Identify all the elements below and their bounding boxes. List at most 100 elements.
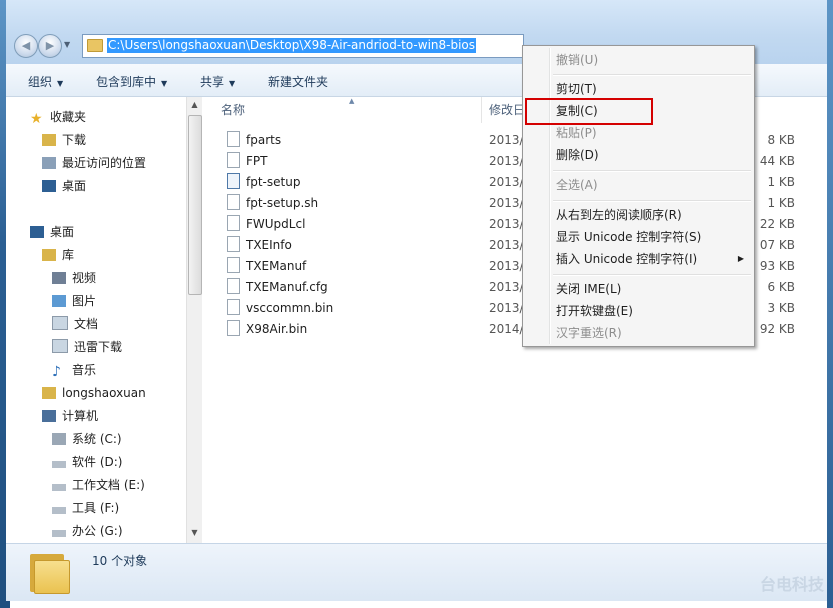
- document-icon: [52, 316, 68, 330]
- menu-gutter: [549, 48, 551, 344]
- nav-item-videos[interactable]: 视频: [52, 269, 96, 287]
- navigation-pane: ★ 收藏夹 下载 最近访问的位置 桌面 桌面 库 视频 图片 文档 迅雷下载 ♪ 音…: [6, 97, 202, 543]
- sort-ascending-icon: ▲: [349, 97, 355, 105]
- nav-libraries[interactable]: 库: [42, 246, 74, 264]
- forward-button[interactable]: ▶: [38, 34, 62, 58]
- file-row[interactable]: TXEManuf: [227, 256, 306, 276]
- nav-drive-d[interactable]: 软件 (D:): [52, 453, 122, 471]
- drive-icon: [52, 461, 66, 468]
- file-icon: [227, 236, 240, 252]
- music-note-icon: ♪: [52, 364, 61, 380]
- folder-icon: [30, 550, 70, 594]
- menu-item-reconvert[interactable]: 汉字重选(R): [556, 323, 622, 343]
- library-icon: [42, 249, 56, 261]
- desktop-icon: [30, 226, 44, 238]
- picture-icon: [52, 295, 66, 307]
- highlight-box: [525, 98, 653, 125]
- nav-computer[interactable]: 计算机: [42, 407, 98, 425]
- scroll-up-icon[interactable]: ▲: [189, 100, 200, 112]
- nav-favorites[interactable]: ★ 收藏夹: [30, 108, 86, 127]
- document-icon: [52, 339, 68, 353]
- chevron-down-icon: ▼: [57, 79, 64, 88]
- file-row[interactable]: TXEInfo: [227, 235, 292, 255]
- chevron-down-icon: ▼: [229, 79, 236, 88]
- recent-pages-dropdown[interactable]: ▼: [64, 40, 74, 50]
- windows-drive-icon: [52, 433, 66, 445]
- menu-item-insert-unicode[interactable]: 插入 Unicode 控制字符(I): [556, 249, 697, 269]
- folder-icon: [87, 39, 103, 52]
- item-count: 10 个对象: [92, 554, 148, 568]
- menu-item-rtl-reading[interactable]: 从右到左的阅读顺序(R): [556, 205, 682, 225]
- nav-user[interactable]: longshaoxuan: [42, 384, 146, 402]
- file-row[interactable]: X98Air.bin: [227, 319, 307, 339]
- column-header-date[interactable]: 修改日: [489, 97, 525, 123]
- desktop-icon: [42, 180, 56, 192]
- nav-drive-e[interactable]: 工作文档 (E:): [52, 476, 145, 494]
- nav-item-music[interactable]: ♪ 音乐: [52, 361, 96, 380]
- desktop-edge-right: [827, 0, 833, 608]
- file-row[interactable]: fparts: [227, 130, 281, 150]
- scroll-down-icon[interactable]: ▼: [189, 528, 200, 540]
- watermark-logo: 台电科技: [759, 575, 824, 594]
- menu-item-soft-keyboard[interactable]: 打开软键盘(E): [556, 301, 633, 321]
- file-row[interactable]: fpt-setup.sh: [227, 193, 318, 213]
- menu-item-cut[interactable]: 剪切(T): [556, 79, 597, 99]
- column-divider[interactable]: [481, 97, 482, 123]
- menu-separator: [553, 170, 751, 172]
- menu-item-delete[interactable]: 删除(D): [556, 145, 599, 165]
- file-row[interactable]: vsccommn.bin: [227, 298, 333, 318]
- drive-icon: [52, 530, 66, 537]
- menu-item-close-ime[interactable]: 关闭 IME(L): [556, 279, 621, 299]
- user-folder-icon: [42, 387, 56, 399]
- menu-separator: [553, 274, 751, 276]
- nav-item-desktop-fav[interactable]: 桌面: [42, 177, 86, 195]
- download-folder-icon: [42, 134, 56, 146]
- file-icon: [227, 320, 240, 336]
- file-icon: [227, 131, 240, 147]
- drive-icon: [52, 484, 66, 491]
- nav-item-thunder[interactable]: 迅雷下载: [52, 338, 122, 356]
- file-row[interactable]: FWUpdLcl: [227, 214, 305, 234]
- menu-item-paste[interactable]: 粘贴(P): [556, 123, 597, 143]
- file-icon: [227, 299, 240, 315]
- nav-drive-c[interactable]: 系统 (C:): [52, 430, 122, 448]
- context-menu: 撤销(U) 剪切(T) 复制(C) 粘贴(P) 删除(D) 全选(A) 从右到左…: [522, 45, 755, 347]
- share-button[interactable]: 共享 ▼: [200, 73, 235, 90]
- organize-button[interactable]: 组织 ▼: [28, 73, 63, 90]
- address-field[interactable]: C:\Users\longshaoxuan\Desktop\X98-Air-an…: [82, 34, 524, 58]
- include-in-library-button[interactable]: 包含到库中 ▼: [96, 73, 167, 90]
- new-folder-button[interactable]: 新建文件夹: [268, 73, 328, 90]
- submenu-arrow-icon: ▶: [737, 254, 744, 263]
- executable-icon: [227, 173, 240, 189]
- nav-desktop[interactable]: 桌面: [30, 223, 74, 241]
- video-icon: [52, 272, 66, 284]
- chevron-down-icon: ▼: [161, 79, 168, 88]
- file-row[interactable]: TXEManuf.cfg: [227, 277, 328, 297]
- menu-item-undo[interactable]: 撤销(U): [556, 50, 598, 70]
- star-icon: ★: [30, 111, 43, 127]
- nav-item-recent[interactable]: 最近访问的位置: [42, 154, 146, 172]
- nav-item-pictures[interactable]: 图片: [52, 292, 96, 310]
- nav-drive-f[interactable]: 工具 (F:): [52, 499, 119, 517]
- column-header-name[interactable]: 名称: [221, 97, 245, 123]
- nav-scrollbar[interactable]: ▲ ▼: [186, 97, 202, 543]
- file-row[interactable]: FPT: [227, 151, 267, 171]
- nav-item-downloads[interactable]: 下载: [42, 131, 86, 149]
- menu-separator: [553, 200, 751, 202]
- back-button[interactable]: ◀: [14, 34, 38, 58]
- file-icon: [227, 257, 240, 273]
- scroll-thumb[interactable]: [188, 115, 202, 295]
- menu-separator: [553, 74, 751, 76]
- file-row[interactable]: fpt-setup: [227, 172, 300, 192]
- address-path-text[interactable]: C:\Users\longshaoxuan\Desktop\X98-Air-an…: [107, 38, 477, 53]
- nav-item-documents[interactable]: 文档: [52, 315, 98, 333]
- menu-item-show-unicode[interactable]: 显示 Unicode 控制字符(S): [556, 227, 701, 247]
- recent-places-icon: [42, 157, 56, 169]
- file-icon: [227, 278, 240, 294]
- file-icon: [227, 152, 240, 168]
- menu-item-select-all[interactable]: 全选(A): [556, 175, 598, 195]
- details-pane: 10 个对象 台电科技: [6, 543, 832, 601]
- file-icon: [227, 215, 240, 231]
- drive-icon: [52, 507, 66, 514]
- nav-drive-g[interactable]: 办公 (G:): [52, 522, 123, 540]
